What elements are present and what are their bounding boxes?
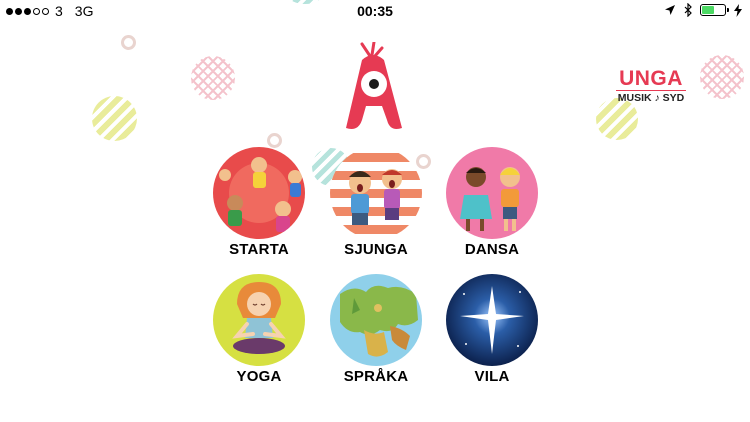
menu-tile-vila[interactable]: VILA: [442, 274, 542, 398]
menu-tile-label: STARTA: [229, 241, 289, 258]
menu-tile-sjunga[interactable]: SJUNGA: [326, 147, 426, 271]
singing-children-icon: [330, 147, 422, 239]
battery-icon: [700, 4, 729, 16]
decorative-bubble: [700, 55, 744, 99]
partner-logo-subtitle: MUSIK ♪ SYD: [616, 90, 686, 104]
decorative-bubble: [92, 96, 137, 141]
decorative-ring: [121, 35, 136, 50]
europe-map-icon: [330, 274, 422, 366]
decorative-bubble: [596, 98, 638, 140]
decorative-bubble: [191, 56, 235, 100]
partner-logo: UNGA MUSIK ♪ SYD: [612, 68, 690, 104]
decorative-ring: [267, 133, 282, 148]
menu-tile-label: SPRÅKA: [343, 368, 409, 385]
charging-bolt-icon: [734, 3, 742, 17]
location-arrow-icon: [665, 5, 675, 15]
app-logo-icon: [346, 42, 402, 129]
menu-tile-yoga[interactable]: YOGA: [209, 274, 309, 398]
menu-tile-label: YOGA: [236, 368, 282, 385]
menu-tile-label: VILA: [474, 368, 510, 385]
yoga-girl-icon: [213, 274, 305, 366]
menu-tile-label: SJUNGA: [344, 241, 408, 258]
status-time: 00:35: [357, 3, 393, 19]
menu-tile-label: DANSA: [464, 241, 520, 258]
children-circle-icon: [213, 147, 305, 239]
bluetooth-icon: [684, 3, 692, 17]
status-right: [664, 3, 742, 17]
menu-tile-spraka[interactable]: SPRÅKA: [326, 274, 426, 398]
star-night-icon: [446, 274, 538, 366]
dancing-children-icon: [446, 147, 538, 239]
menu-tile-starta[interactable]: STARTA: [209, 147, 309, 271]
partner-logo-name: UNGA: [619, 67, 683, 90]
menu-tile-dansa[interactable]: DANSA: [442, 147, 542, 271]
status-bar: 3 3G 00:35: [0, 0, 750, 22]
